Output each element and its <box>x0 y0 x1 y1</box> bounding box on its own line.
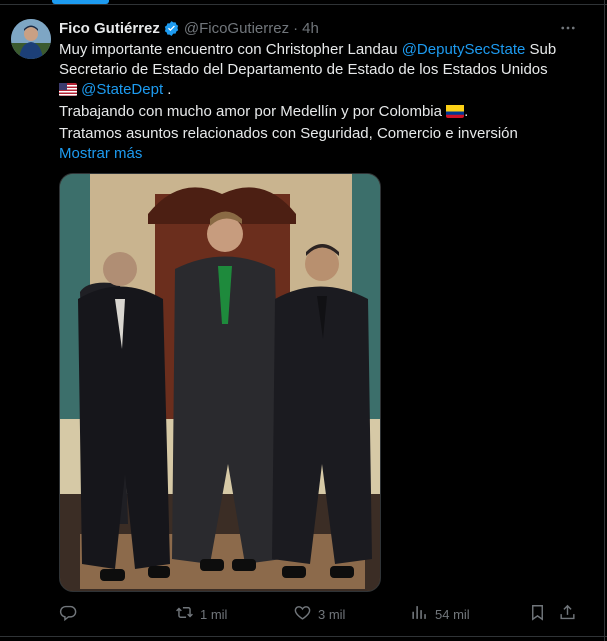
bookmark-button[interactable] <box>528 600 547 628</box>
retweet-count: 1 mil <box>200 606 228 622</box>
like-icon <box>293 603 312 625</box>
tweet-photo[interactable] <box>59 173 381 592</box>
author-handle[interactable]: @FicoGutierrez <box>184 20 289 37</box>
text-segment: Muy importante encuentro con Christopher… <box>59 41 402 58</box>
bookmark-icon <box>528 603 547 625</box>
text-line-5: Tratamos asuntos relacionados con Seguri… <box>59 125 518 142</box>
tweet-text: Muy importante encuentro con Christopher… <box>59 40 589 164</box>
verified-badge-icon <box>163 20 180 37</box>
text-segment: . <box>464 103 469 120</box>
reply-icon <box>59 603 78 625</box>
views-icon <box>410 603 429 625</box>
text-line-3: @StateDept . <box>59 80 589 102</box>
text-segment: . <box>163 81 172 98</box>
more-icon[interactable] <box>558 18 578 38</box>
text-line-1: Muy importante encuentro con Christopher… <box>59 40 589 60</box>
retweet-icon <box>175 603 194 625</box>
column-border <box>604 0 605 641</box>
reply-button[interactable] <box>59 600 84 628</box>
show-more-link[interactable]: Mostrar más <box>59 144 589 164</box>
share-button[interactable] <box>558 600 577 628</box>
colombia-flag-icon <box>446 104 465 124</box>
mention-deputysecstate[interactable]: @DeputySecState <box>402 41 526 58</box>
views-button[interactable]: 54 mil <box>410 600 470 628</box>
action-bar: 1 mil 3 mil 54 mil <box>0 600 607 628</box>
share-icon <box>558 603 577 625</box>
separator-dot: · <box>293 19 299 37</box>
top-divider <box>0 4 607 5</box>
mention-statedept[interactable]: @StateDept <box>81 81 163 98</box>
like-button[interactable]: 3 mil <box>293 600 345 628</box>
tweet-header: Fico Gutiérrez @FicoGutierrez · 4h <box>59 17 319 39</box>
bottom-divider <box>0 636 607 637</box>
text-segment: Sub <box>525 41 557 58</box>
timestamp[interactable]: 4h <box>302 20 319 37</box>
author-name[interactable]: Fico Gutiérrez <box>59 20 160 37</box>
text-segment: Trabajando con mucho amor por Medellín y… <box>59 103 447 120</box>
views-count: 54 mil <box>435 606 470 622</box>
text-line-2: Secretario de Estado del Departamento de… <box>59 61 548 78</box>
text-line-4: Trabajando con mucho amor por Medellín y… <box>59 102 589 124</box>
avatar[interactable] <box>11 19 51 59</box>
retweet-button[interactable]: 1 mil <box>175 600 227 628</box>
us-flag-icon <box>59 82 77 102</box>
like-count: 3 mil <box>318 606 346 622</box>
